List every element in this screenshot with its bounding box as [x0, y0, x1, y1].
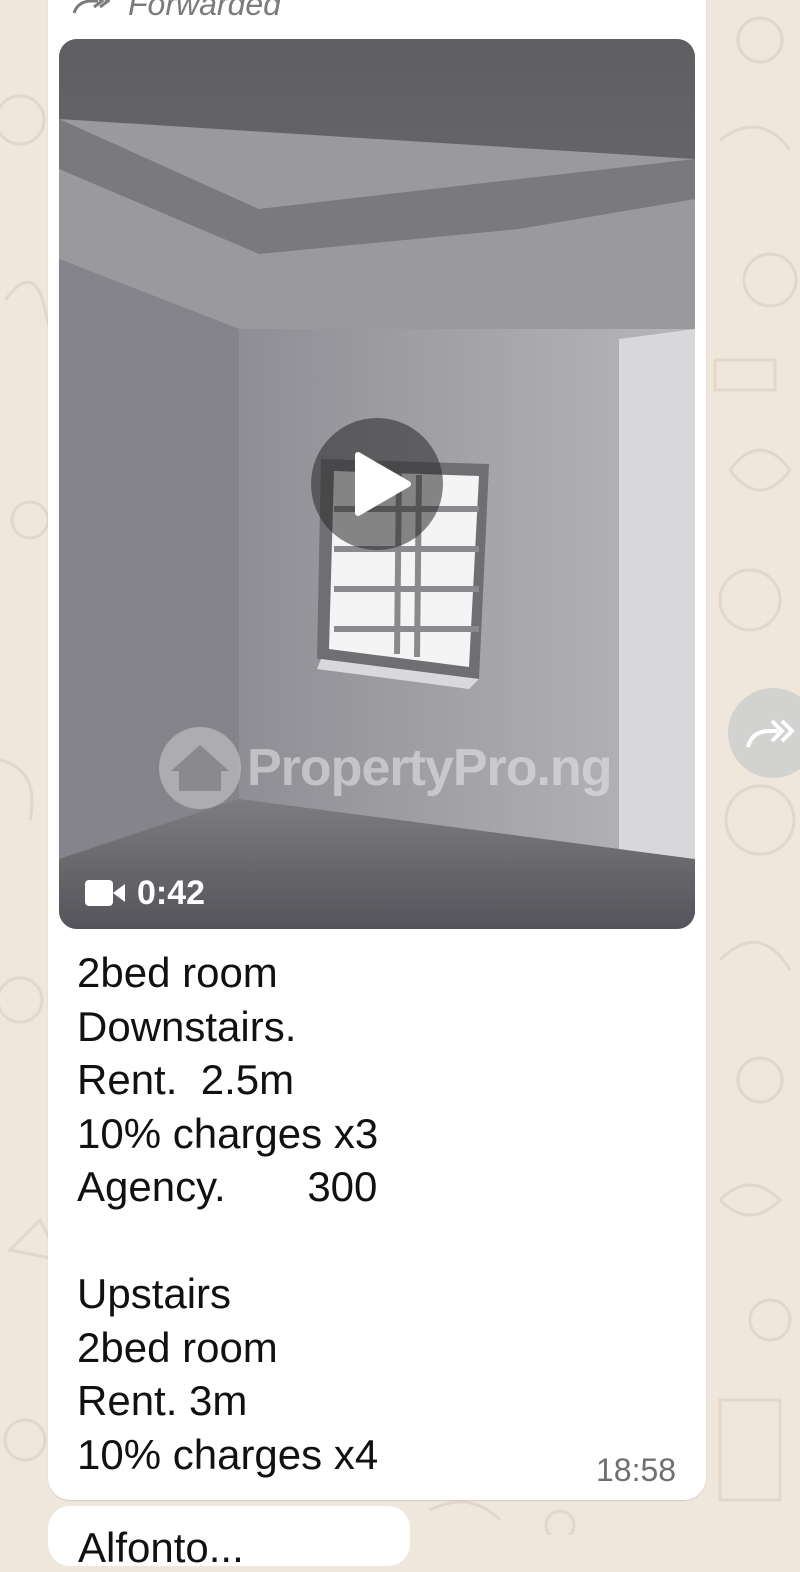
caption-line: 2bed room [77, 949, 278, 996]
video-thumbnail[interactable]: PropertyPro.ng 0:42 [59, 39, 695, 929]
forwarded-indicator: Forwarded [72, 0, 281, 24]
caption-line: Downstairs. [77, 1002, 297, 1050]
caption-line: Upstairs [77, 1270, 232, 1317]
watermark-text: PropertyPro.ng [247, 739, 612, 797]
caption-line: 10% charges x4 [77, 1430, 379, 1478]
caption-line: Agency. 300 [77, 1163, 378, 1210]
caption-line: 2bed room [77, 1323, 278, 1371]
next-message-text: Alfonto... [78, 1524, 244, 1571]
caption-line: Rent. 3m [77, 1377, 248, 1424]
forwarded-label: Forwarded [128, 0, 281, 22]
play-button[interactable] [311, 418, 443, 550]
play-icon [355, 452, 411, 516]
video-camera-icon [85, 880, 125, 906]
watermark: PropertyPro.ng [157, 725, 612, 811]
video-duration: 0:42 [85, 873, 206, 912]
duration-label: 0:42 [137, 873, 206, 912]
forward-action-icon [746, 719, 795, 748]
forward-arrows-icon [72, 0, 111, 14]
house-logo-icon [159, 727, 241, 809]
message-caption: 2bed room Downstairs. Rent. 2.5m 10% cha… [77, 946, 637, 1481]
caption-line [77, 1214, 637, 1268]
caption-line: Rent. 2.5m [77, 1056, 295, 1103]
message-timestamp: 18:58 [596, 1452, 677, 1488]
next-message-bubble[interactable]: Alfonto... [48, 1506, 410, 1571]
caption-line: 10% charges x3 [77, 1109, 379, 1157]
